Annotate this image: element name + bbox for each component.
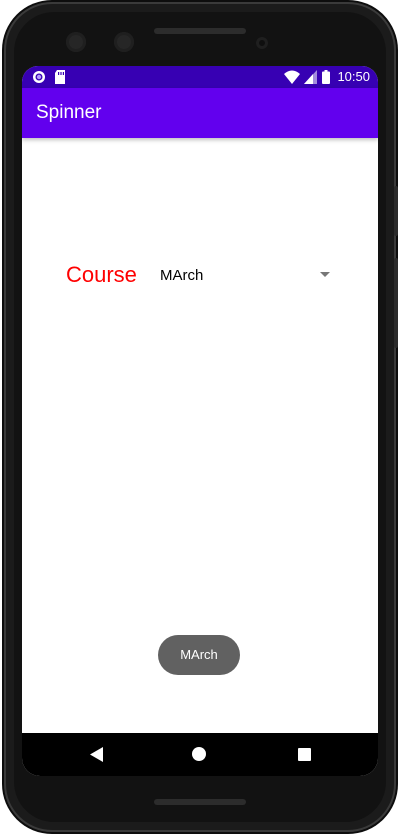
home-icon[interactable]: [192, 747, 206, 761]
back-icon[interactable]: [90, 747, 104, 767]
front-sensor-icon: [114, 32, 134, 52]
dropdown-arrow-icon: [320, 272, 330, 277]
status-bar: 10:50: [22, 66, 378, 88]
spinner-selected-value: MArch: [160, 267, 204, 284]
cell-signal-icon: [304, 70, 317, 89]
app-bar: Spinner: [22, 88, 378, 138]
wifi-icon: [284, 70, 300, 89]
battery-icon: [322, 70, 330, 89]
bottom-speaker: [154, 799, 246, 805]
volume-button: [394, 258, 398, 348]
sd-card-icon: [54, 70, 66, 89]
power-button: [394, 186, 398, 236]
app-title: Spinner: [36, 102, 102, 123]
screen: 10:50 Spinner Course MArch MArch: [22, 66, 378, 776]
recents-icon[interactable]: [298, 748, 311, 761]
record-circle-icon: [32, 70, 46, 89]
proximity-sensor-icon: [256, 37, 268, 49]
front-camera-icon: [66, 32, 86, 52]
course-label: Course: [66, 262, 137, 287]
toast-message: MArch: [158, 635, 240, 675]
earpiece-speaker: [154, 28, 246, 34]
course-spinner[interactable]: MArch: [154, 258, 334, 294]
navigation-bar: [22, 733, 378, 776]
status-time: 10:50: [337, 69, 370, 84]
